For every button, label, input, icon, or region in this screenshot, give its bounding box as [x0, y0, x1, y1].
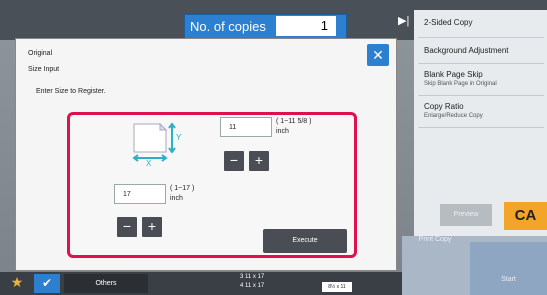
rp-item-blank-page-skip[interactable]: Blank Page Skip Skip Blank Page in Origi… — [418, 66, 544, 96]
rp-item-title: Copy Ratio — [424, 102, 464, 111]
star-icon[interactable]: ★ — [6, 274, 28, 293]
y-size-input[interactable]: 11 — [220, 117, 272, 137]
start-button[interactable]: Start — [470, 242, 547, 295]
axis-y-label: Y — [176, 133, 182, 142]
x-range-label: ( 1~17 ) — [170, 185, 195, 192]
rp-item-subtitle: Enlarge/Reduce Copy — [424, 113, 483, 119]
rp-item-copy-ratio[interactable]: Copy Ratio Enlarge/Reduce Copy — [418, 98, 544, 128]
rp-item-title: Blank Page Skip — [424, 70, 483, 79]
rp-item-title: Background Adjustment — [424, 46, 509, 55]
rp-item-2-sided-copy[interactable]: 2-Sided Copy — [418, 14, 544, 38]
dialog-instruction: Enter Size to Register. — [36, 88, 106, 95]
y-minus-button[interactable]: − — [224, 151, 244, 171]
execute-button[interactable]: Execute — [263, 229, 347, 253]
rp-item-background-adjustment[interactable]: Background Adjustment — [418, 40, 544, 64]
paper-tray-4: 4 11 x 17 — [240, 283, 265, 289]
copies-value-field[interactable]: 1 — [276, 16, 336, 36]
y-unit-label: inch — [276, 128, 289, 135]
preview-button[interactable]: Preview — [440, 204, 492, 226]
y-plus-button[interactable]: + — [249, 151, 269, 171]
others-button[interactable]: Others — [64, 274, 148, 293]
paper-size-tag: 8½ x 11 — [322, 282, 352, 292]
paper-dimension-icon: Y X — [132, 122, 182, 166]
axis-x-label: X — [146, 159, 152, 166]
check-icon[interactable]: ✔ — [34, 274, 60, 293]
ca-button[interactable]: CA — [504, 202, 547, 230]
print-copy-button[interactable]: Print Copy — [404, 236, 466, 252]
paper-tray-3: 3 11 x 17 — [240, 274, 265, 280]
rp-item-subtitle: Skip Blank Page in Original — [424, 81, 497, 87]
x-plus-button[interactable]: + — [142, 217, 162, 237]
copies-label: No. of copies — [190, 19, 266, 34]
y-range-label: ( 1~11 5/8 ) — [276, 118, 312, 125]
collapse-arrow-icon[interactable]: ▶| — [398, 14, 412, 36]
x-size-input[interactable]: 17 — [114, 184, 166, 204]
rp-item-title: 2-Sided Copy — [424, 18, 473, 27]
dialog-title-line2: Size Input — [28, 66, 60, 73]
x-minus-button[interactable]: − — [117, 217, 137, 237]
x-unit-label: inch — [170, 195, 183, 202]
dialog-title-line1: Original — [28, 50, 53, 57]
close-icon[interactable]: ✕ — [367, 44, 389, 66]
